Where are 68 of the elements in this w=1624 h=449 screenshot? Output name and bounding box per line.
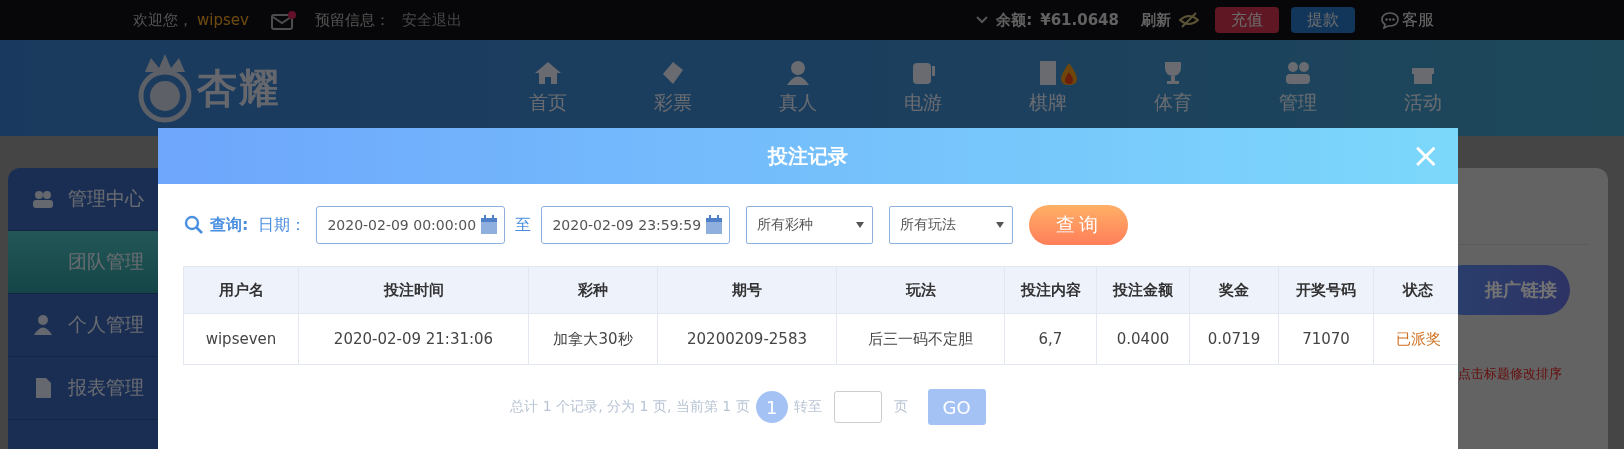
table-cell: 6,7 [1004,313,1097,365]
logout-link[interactable]: 安全退出 [401,10,462,30]
dialog-title: 投注记录 [768,142,848,170]
nav-item[interactable]: 活动 [1360,60,1485,116]
refresh-link[interactable]: 刷新 [1141,10,1171,30]
table-cell: 71070 [1278,313,1374,365]
reserved-info-label: 预留信息： [314,10,390,30]
column-header: 玩法 [836,266,1005,314]
caret-icon[interactable] [976,15,989,25]
column-header: 投注时间 [298,266,529,314]
nav-item[interactable]: 真人 [735,60,860,116]
table-cell: 加拿大30秒 [528,313,658,365]
username-link[interactable]: wipsev [197,11,249,29]
chat-icon[interactable] [1381,11,1399,29]
column-header: 投注内容 [1004,266,1097,314]
nav-item[interactable]: 体育 [1110,60,1235,116]
table-cell: wipseven [183,313,299,365]
nav-item[interactable]: 棋牌 [985,60,1110,116]
end-date-field[interactable]: 2020-02-09 23:59:59 [541,206,731,244]
nav-icon [533,60,562,86]
column-header: 期号 [657,266,837,314]
search-button[interactable]: 查询 [1029,205,1129,245]
table-cell: 2020-02-09 21:31:06 [298,313,529,365]
balance-amount: ¥61.0648 [1040,11,1119,29]
table-cell: 0.0719 [1189,313,1279,365]
sort-hint: 点击标题修改排序 [1458,365,1562,383]
dropdown-arrow-icon [856,222,865,228]
close-button[interactable]: × [1407,140,1444,170]
table-cell: 0.0400 [1096,313,1190,365]
calendar-icon [705,215,724,235]
sidebar-icon [32,188,54,210]
nav-icon [1283,60,1312,86]
column-header: 开奖号码 [1278,266,1374,314]
sidebar-icon [32,314,54,336]
goto-label: 转至 [793,398,822,416]
dropdown-arrow-icon [996,222,1005,228]
page-number[interactable]: 1 [755,391,788,423]
nav-item[interactable]: 电游 [860,60,985,116]
pagination-summary: 总计 1 个记录, 分为 1 页, 当前第 1 页 [510,398,750,416]
customer-service-link[interactable]: 客服 [1402,9,1434,31]
play-type-select[interactable]: 所有玩法 [889,206,1014,244]
column-header: 彩种 [528,266,658,314]
table-cell: 后三一码不定胆 [836,313,1005,365]
date-label: 日期： [258,214,307,236]
column-header: 奖金 [1189,266,1279,314]
start-date-field[interactable]: 2020-02-09 00:00:00 [316,206,506,244]
page-suffix: 页 [893,398,908,416]
calendar-icon [480,215,499,235]
column-header: 投注金额 [1096,266,1190,314]
withdraw-button[interactable]: 提款 [1291,7,1355,33]
mail-icon[interactable] [270,10,297,30]
hidden-eye-icon[interactable] [1179,12,1199,28]
nav-item[interactable]: 管理 [1235,60,1360,116]
page-input[interactable] [833,391,882,423]
column-header: 状态 [1373,266,1458,314]
nav-item[interactable]: 首页 [485,60,610,116]
search-icon [184,215,204,235]
table-cell: 20200209-2583 [657,313,837,365]
go-button[interactable]: GO [927,389,986,425]
deposit-button[interactable]: 充值 [1215,7,1279,33]
to-label: 至 [515,214,532,236]
column-header: 用户名 [183,266,299,314]
logo-text: 杏耀 [197,63,281,113]
welcome-text: 欢迎您， [133,10,193,30]
query-label: 查询: [210,214,249,236]
nav-item[interactable]: 彩票 [610,60,735,116]
lottery-select[interactable]: 所有彩种 [746,206,874,244]
balance-label: 余额: [996,10,1033,30]
